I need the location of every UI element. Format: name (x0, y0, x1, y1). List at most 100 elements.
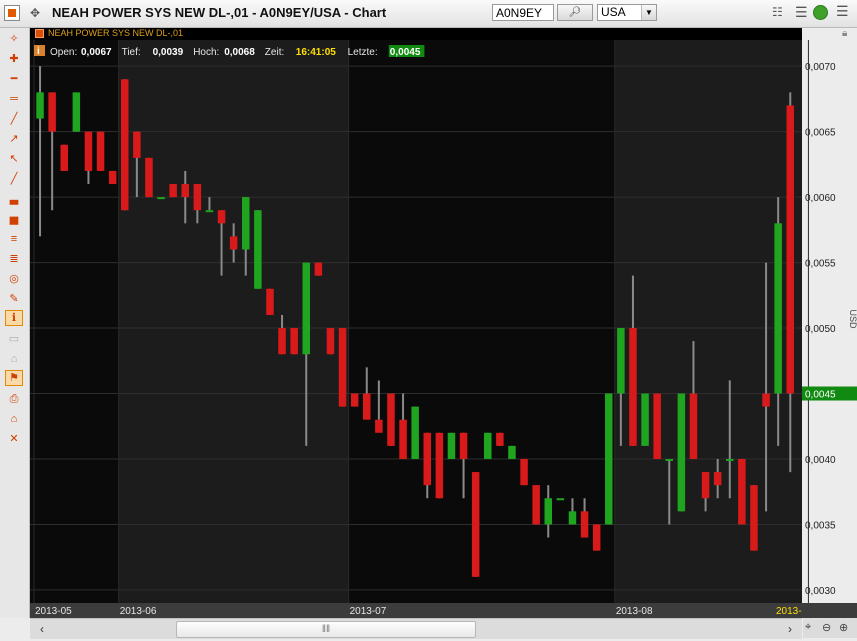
candle-body (36, 92, 44, 119)
candle-body (145, 157, 153, 198)
candle-body (532, 485, 540, 525)
candle-body (520, 458, 528, 486)
y-axis-title: USD (848, 310, 857, 330)
candle-body (84, 131, 93, 171)
y-tick-label: 0,0050 (805, 324, 836, 335)
candle (169, 184, 177, 198)
crosshair-tool-icon[interactable]: ✧ (6, 32, 22, 46)
pencil-tool-icon[interactable]: ✎ (6, 292, 22, 306)
y-tick-label: 0,0070 (805, 62, 836, 73)
candle (290, 328, 298, 355)
y-tick-label: 0,0035 (805, 520, 836, 531)
candle-body (266, 288, 274, 315)
high-value: 0,0068 (224, 47, 255, 58)
candle (641, 393, 649, 446)
candle-body (121, 79, 129, 211)
candle (157, 197, 165, 200)
candle-body (169, 184, 177, 198)
exchange-select[interactable]: USA ▼ (597, 4, 657, 21)
candle (532, 485, 540, 525)
zoom-out-icon[interactable]: ⊖ (822, 621, 831, 634)
candle (750, 485, 758, 551)
info-icon-glyph: i (37, 46, 40, 57)
cross-tool-icon[interactable]: ✚ (6, 52, 22, 66)
candle-body (786, 105, 795, 394)
window-menu-icon-2[interactable]: ☰ (836, 3, 849, 20)
price-chart[interactable]: 0,0030 0,0035 0,0040 0,0045 0,0050 0,0055 0,00… (30, 40, 857, 618)
trendline-tool-icon[interactable]: ╱ (6, 112, 22, 126)
zoom-controls: ⌖ ⊖ ⊕ (803, 618, 857, 638)
time-scrollbar[interactable]: ‹ ‖‖ › (30, 618, 802, 639)
cycle-tool-icon[interactable]: ◎ (6, 272, 22, 286)
bars-tool-icon[interactable]: ▅ (6, 212, 22, 226)
gann-tool-icon[interactable]: ≣ (6, 252, 22, 266)
candle-body (314, 262, 323, 276)
candle-body (411, 406, 419, 459)
window-title: NEAH POWER SYS NEW DL-,01 - A0N9EY/USA -… (52, 5, 387, 20)
lock-area: 🔒︎ (802, 28, 857, 40)
fan-tool-icon[interactable]: ╱ (6, 172, 22, 186)
alarm-tool-icon[interactable]: ⌂ (6, 352, 22, 366)
candle (145, 157, 153, 198)
ray-tool-icon[interactable]: ↗ (6, 132, 22, 146)
candle-body (133, 131, 141, 158)
lock-icon[interactable]: 🔒︎ (842, 28, 847, 39)
candle-body (193, 184, 202, 211)
chevron-down-icon[interactable]: ▼ (641, 5, 656, 20)
low-label: Tief: (122, 47, 141, 58)
step-tool-icon[interactable]: ▃ (6, 192, 22, 206)
zoom-reset-icon[interactable]: ⌖ (805, 621, 811, 634)
zoom-in-icon[interactable]: ⊕ (839, 621, 848, 634)
connection-status-icon (813, 5, 828, 20)
fibonacci-tool-icon[interactable]: ≡ (6, 232, 22, 246)
candle (508, 445, 516, 459)
scroll-thumb[interactable]: ‖‖ (176, 621, 476, 638)
candle-body (423, 432, 432, 486)
y-tick-label: 0,0055 (805, 259, 836, 270)
symbol-search-button[interactable]: 🔎︎ (557, 4, 593, 21)
delete-drawings-icon[interactable]: ✕ (6, 432, 22, 446)
candle-body (580, 511, 589, 538)
candle-body (459, 432, 468, 459)
candle (592, 524, 601, 551)
x-tick-label: 2013- (776, 606, 802, 617)
candle (72, 92, 81, 132)
series-color-swatch[interactable] (35, 29, 44, 38)
scroll-right-icon[interactable]: › (782, 621, 798, 637)
candle-body (60, 144, 69, 171)
horizontal-line-tool-icon[interactable]: ━ (6, 72, 22, 86)
y-tick-label: 0,0030 (805, 586, 836, 597)
ohlc-info: i Open: 0,0067 Tief: 0,0039 Hoch: 0,0068 Zeit: 1… (34, 45, 425, 58)
y-tick-label: 0,0040 (805, 455, 836, 466)
candle-body (774, 223, 782, 394)
candle (350, 393, 359, 407)
candle-body (387, 393, 395, 446)
time-label: Zeit: (265, 47, 284, 58)
candle (738, 458, 746, 525)
candle-body (242, 197, 250, 250)
title-bar: ✥ NEAH POWER SYS NEW DL-,01 - A0N9EY/USA… (0, 0, 857, 28)
last-price-label: 0,0045 (805, 390, 836, 401)
symbol-input[interactable] (492, 4, 554, 21)
arrow-tool-icon[interactable]: ↖ (6, 152, 22, 166)
candle (520, 458, 528, 486)
pin-icon[interactable]: ✥ (30, 6, 42, 20)
magnet-tool-icon[interactable]: ⚑ (5, 370, 23, 386)
print-icon[interactable]: ⎙ (6, 392, 22, 406)
candle (254, 210, 262, 289)
x-tick-label: 2013-05 (35, 606, 72, 617)
candle (338, 328, 347, 407)
window-menu-icon[interactable]: ☰ (795, 4, 808, 21)
label-tool-icon[interactable]: ▭ (6, 332, 22, 346)
cart-icon[interactable]: ⌂ (6, 412, 22, 426)
channel-tool-icon[interactable]: ═ (6, 92, 22, 106)
candle-body (556, 498, 565, 501)
candle-body (48, 92, 56, 132)
window-layout-icon[interactable]: ☷ (772, 5, 783, 19)
scroll-left-icon[interactable]: ‹ (34, 621, 50, 637)
x-tick-label: 2013-07 (350, 606, 387, 617)
candle-body (471, 472, 480, 577)
info-tool-icon[interactable]: ℹ (5, 310, 23, 326)
candle-body (278, 328, 286, 355)
time-value: 16:41:05 (296, 47, 336, 58)
